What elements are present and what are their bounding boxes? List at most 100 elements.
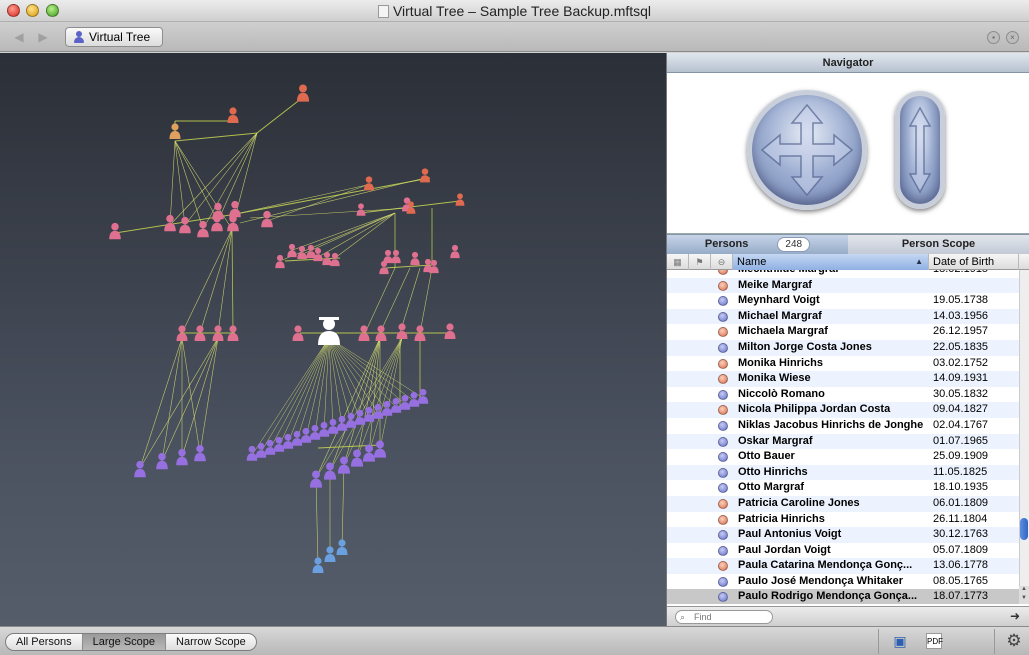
person-row[interactable]: Monika Hinrichs 03.02.1752 (667, 356, 1029, 372)
person-node[interactable] (282, 433, 294, 449)
person-node[interactable] (176, 448, 188, 466)
person-node[interactable] (300, 427, 312, 443)
gender-column-icon[interactable]: ⊖ (711, 254, 733, 270)
scroll-up-arrow-icon[interactable]: ▲ (1019, 586, 1029, 595)
person-row[interactable]: Otto Margraf 18.10.1935 (667, 480, 1029, 496)
person-dob: 19.05.1738 (933, 294, 989, 307)
tab-person-scope[interactable]: Person Scope (848, 235, 1029, 254)
person-node[interactable] (350, 449, 364, 467)
person-node[interactable] (330, 252, 340, 267)
person-node[interactable] (169, 123, 181, 139)
person-row[interactable]: Paula Catarina Mendonça Gonç... 13.06.177… (667, 558, 1029, 574)
persons-list[interactable]: Mechthilde Margraf 18.02.1915 Meike Margra… (667, 270, 1029, 604)
person-row[interactable]: Meike Margraf (667, 277, 1029, 294)
person-node[interactable] (194, 444, 206, 462)
back-arrow-icon[interactable]: ◀ (12, 29, 26, 45)
person-node[interactable] (309, 424, 321, 440)
person-row[interactable]: Niccolò Romano 30.05.1832 (667, 387, 1029, 403)
person-row[interactable]: Michael Margraf 14.03.1956 (667, 308, 1029, 325)
column-header-dob[interactable]: Date of Birth (929, 254, 1019, 270)
person-node[interactable] (420, 168, 430, 183)
person-node[interactable] (323, 462, 337, 480)
column-icon-1[interactable]: ▦ (667, 254, 689, 270)
all-persons-button[interactable]: All Persons (6, 634, 83, 650)
person-node[interactable] (337, 456, 351, 474)
person-row[interactable]: Paul Jordan Voigt 05.07.1809 (667, 543, 1029, 559)
person-node[interactable] (391, 249, 401, 264)
person-node[interactable] (455, 193, 465, 206)
person-node[interactable] (109, 222, 121, 240)
person-node[interactable] (156, 452, 168, 470)
person-node[interactable] (410, 251, 420, 266)
person-node[interactable] (327, 418, 339, 434)
find-input[interactable] (675, 610, 773, 624)
tab-persons[interactable]: Persons 248 (667, 235, 848, 254)
person-node[interactable] (296, 84, 310, 102)
person-row[interactable]: Paulo Rodrigo Mendonça Gonça... 18.07.177… (667, 589, 1029, 604)
person-row[interactable]: Paulo José Mendonça Whitaker 08.05.1765 (667, 574, 1029, 590)
scrollbar-thumb[interactable] (1020, 518, 1028, 540)
person-row[interactable]: Monika Wiese 14.09.1931 (667, 371, 1029, 387)
list-scrollbar[interactable]: ▲ ▼ (1019, 270, 1029, 604)
person-node[interactable] (312, 557, 324, 573)
person-node[interactable] (309, 470, 323, 488)
close-view-icon[interactable]: × (1006, 31, 1019, 44)
person-node[interactable] (324, 546, 336, 562)
narrow-scope-button[interactable]: Narrow Scope (166, 634, 256, 650)
person-row[interactable]: Milton Jorge Costa Jones 22.05.1835 (667, 339, 1029, 356)
person-node[interactable] (255, 442, 267, 458)
person-node[interactable] (261, 210, 273, 228)
flag-icon[interactable]: ⚑ (689, 254, 711, 270)
pdf-icon[interactable]: PDF (926, 633, 943, 649)
person-node[interactable] (275, 254, 285, 269)
tree-graph[interactable] (0, 53, 666, 626)
person-node[interactable] (356, 203, 366, 216)
virtual-tree-canvas[interactable] (0, 53, 666, 626)
person-row[interactable]: Patricia Caroline Jones 06.01.1809 (667, 495, 1029, 512)
person-node[interactable] (417, 388, 429, 404)
person-node[interactable] (318, 421, 330, 437)
person-node[interactable] (229, 200, 241, 218)
go-arrow-icon[interactable]: ➜ (1010, 609, 1020, 623)
person-node[interactable] (227, 107, 239, 123)
info-icon[interactable]: ▪ (987, 31, 1000, 44)
person-node[interactable] (408, 391, 420, 407)
person-node[interactable] (444, 323, 456, 339)
person-node[interactable] (336, 415, 348, 431)
bottom-bar: All Persons Large Scope Narrow Scope ▣ P… (0, 626, 1029, 655)
person-node[interactable] (246, 445, 258, 461)
person-row[interactable]: Michaela Margraf 26.12.1957 (667, 324, 1029, 340)
person-node[interactable] (336, 539, 348, 555)
large-scope-button[interactable]: Large Scope (82, 634, 167, 650)
person-node[interactable] (197, 220, 209, 238)
person-node[interactable] (450, 244, 460, 259)
zoom-control[interactable] (895, 91, 945, 209)
person-row[interactable]: Niklas Jacobus Hinrichs de Jonghe 02.04.1… (667, 418, 1029, 434)
column-header-name[interactable]: Name ▲ (733, 254, 929, 270)
person-node[interactable] (164, 214, 176, 232)
person-row[interactable]: Patricia Hinrichs 26.11.1804 (667, 512, 1029, 528)
person-row[interactable]: Otto Bauer 25.09.1909 (667, 449, 1029, 465)
gear-icon[interactable]: ⚙ (1003, 632, 1025, 650)
scroll-down-arrow-icon[interactable]: ▼ (1019, 595, 1029, 604)
person-node[interactable] (291, 430, 303, 446)
person-node[interactable] (134, 460, 146, 478)
person-node[interactable] (383, 249, 393, 264)
breadcrumb-virtual-tree[interactable]: Virtual Tree (65, 27, 164, 47)
focused-person-node[interactable] (318, 317, 340, 345)
person-row[interactable]: Oskar Margraf 01.07.1965 (667, 433, 1029, 450)
person-node[interactable] (362, 444, 376, 462)
person-node[interactable] (364, 176, 374, 191)
person-node[interactable] (287, 243, 297, 258)
person-row[interactable]: Meynhard Voigt 19.05.1738 (667, 293, 1029, 309)
pan-control[interactable] (747, 90, 867, 210)
person-row[interactable]: Mechthilde Margraf 18.02.1915 (667, 270, 1029, 278)
person-row[interactable]: Paul Antonius Voigt 30.12.1763 (667, 527, 1029, 543)
person-node[interactable] (227, 214, 239, 232)
forward-arrow-icon[interactable]: ▶ (36, 29, 50, 45)
monitor-icon[interactable]: ▣ (889, 632, 911, 650)
person-row[interactable]: Otto Hinrichs 11.05.1825 (667, 464, 1029, 481)
person-row[interactable]: Nicola Philippa Jordan Costa 09.04.1827 (667, 402, 1029, 418)
person-node[interactable] (373, 440, 387, 458)
person-node[interactable] (396, 323, 408, 339)
